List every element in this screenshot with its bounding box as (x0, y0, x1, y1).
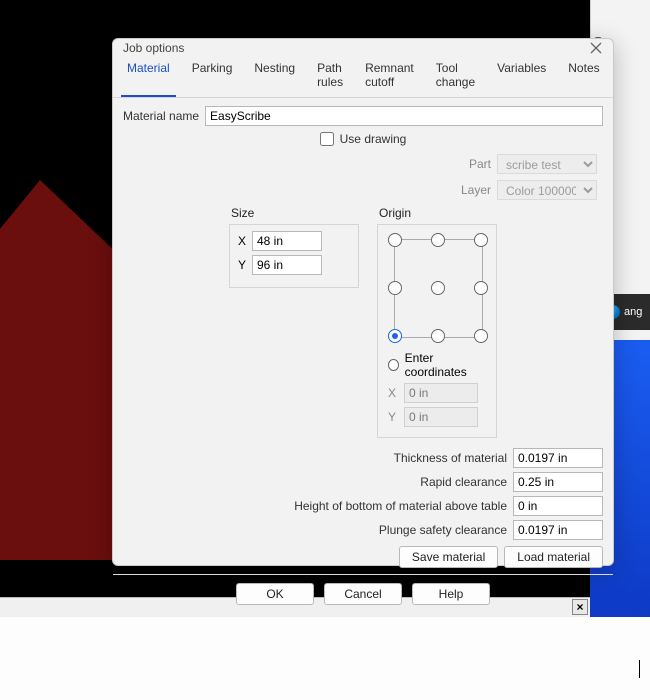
use-drawing-checkbox[interactable] (320, 132, 334, 146)
use-drawing-row: Use drawing (123, 132, 603, 146)
tab-parking[interactable]: Parking (186, 57, 239, 97)
enter-coordinates-row[interactable]: Enter coordinates (388, 351, 486, 379)
size-caption: Size (229, 206, 359, 220)
layer-label: Layer (461, 183, 491, 197)
origin-radio-mr[interactable] (474, 281, 488, 295)
origin-x-label: X (388, 386, 398, 400)
origin-radio-ml[interactable] (388, 281, 402, 295)
origin-radio-bc[interactable] (431, 329, 445, 343)
size-x-input[interactable] (252, 231, 322, 251)
dialog-title: Job options (123, 41, 184, 55)
origin-caption: Origin (377, 206, 497, 220)
text-caret (639, 660, 640, 678)
height-input[interactable] (513, 496, 603, 516)
material-name-row: Material name (123, 106, 603, 126)
tab-path-rules[interactable]: Path rules (311, 57, 349, 97)
tab-variables[interactable]: Variables (491, 57, 552, 97)
tab-strip: Material Parking Nesting Path rules Remn… (113, 57, 613, 98)
tab-material[interactable]: Material (121, 57, 176, 97)
size-y-input[interactable] (252, 255, 322, 275)
rapid-input[interactable] (513, 472, 603, 492)
part-select: scribe test (497, 154, 597, 174)
material-name-label: Material name (123, 109, 199, 123)
material-fields: Thickness of material Rapid clearance He… (123, 448, 603, 568)
origin-radio-tl[interactable] (388, 233, 402, 247)
origin-radio-grid (388, 233, 488, 343)
tab-content: Material name Use drawing Part scribe te… (113, 98, 613, 574)
rapid-label: Rapid clearance (420, 475, 507, 489)
origin-y-label: Y (388, 410, 398, 424)
size-group: X Y (229, 224, 359, 288)
tab-tool-change[interactable]: Tool change (430, 57, 481, 97)
size-y-label: Y (238, 258, 252, 272)
part-layer-block: Part scribe test Layer Color 1000000 (123, 154, 603, 200)
origin-radio-tr[interactable] (474, 233, 488, 247)
enter-coordinates-radio[interactable] (388, 359, 399, 371)
height-label: Height of bottom of material above table (294, 499, 507, 513)
plunge-input[interactable] (513, 520, 603, 540)
size-x-label: X (238, 234, 252, 248)
thickness-input[interactable] (513, 448, 603, 468)
ok-button[interactable]: OK (236, 583, 314, 605)
dialog-titlebar[interactable]: Job options (113, 39, 613, 57)
origin-x-input (404, 383, 478, 403)
lower-pane (0, 617, 650, 700)
taskbar-label: ang (624, 306, 642, 318)
layer-select: Color 1000000 (497, 180, 597, 200)
tab-remnant-cutoff[interactable]: Remnant cutoff (359, 57, 420, 97)
load-material-button[interactable]: Load material (504, 546, 603, 568)
close-icon (590, 42, 602, 54)
dialog-button-row: OK Cancel Help (113, 574, 613, 615)
thickness-label: Thickness of material (394, 451, 507, 465)
enter-coordinates-label: Enter coordinates (405, 351, 486, 379)
origin-radio-br[interactable] (474, 329, 488, 343)
dialog-close-button[interactable] (587, 39, 605, 57)
help-button[interactable]: Help (412, 583, 490, 605)
cancel-button[interactable]: Cancel (324, 583, 402, 605)
job-options-dialog: Job options Material Parking Nesting Pat… (112, 38, 614, 566)
origin-radio-tc[interactable] (431, 233, 445, 247)
plunge-label: Plunge safety clearance (379, 523, 507, 537)
origin-radio-bl[interactable] (388, 329, 402, 343)
size-origin-row: Size X Y Origin (123, 206, 603, 438)
save-material-button[interactable]: Save material (399, 546, 498, 568)
use-drawing-label: Use drawing (340, 132, 407, 146)
tab-nesting[interactable]: Nesting (248, 57, 301, 97)
tab-notes[interactable]: Notes (562, 57, 605, 97)
origin-y-input (404, 407, 478, 427)
origin-radio-mc[interactable] (431, 281, 445, 295)
origin-group: Enter coordinates X Y (377, 224, 497, 438)
material-name-input[interactable] (205, 106, 603, 126)
part-label: Part (469, 157, 491, 171)
